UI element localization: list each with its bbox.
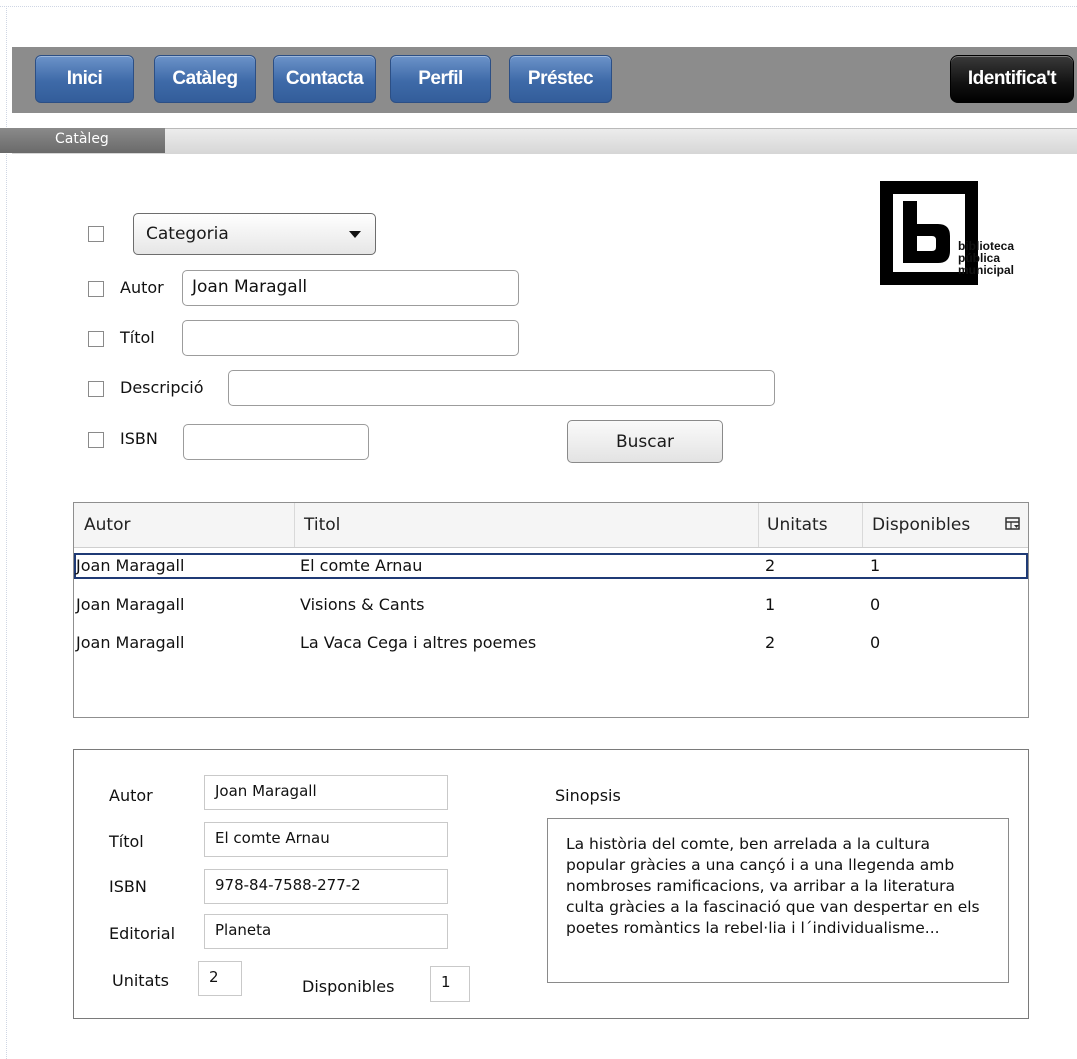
nav-inici-button[interactable]: Inici <box>35 55 134 103</box>
column-header-unitats[interactable]: Unitats <box>767 515 828 535</box>
category-checkbox[interactable] <box>88 226 104 242</box>
cell-disponibles: 0 <box>870 595 881 614</box>
titol-label: Títol <box>120 328 155 347</box>
column-divider <box>294 503 295 547</box>
detail-unitats-label: Unitats <box>112 971 169 990</box>
detail-unitats-field[interactable]: 2 <box>198 961 242 996</box>
descripcio-input[interactable] <box>228 370 775 406</box>
column-header-autor[interactable]: Autor <box>84 515 130 535</box>
isbn-checkbox[interactable] <box>88 432 104 448</box>
titol-input[interactable] <box>182 320 519 356</box>
table-row[interactable]: Joan Maragall La Vaca Cega i altres poem… <box>74 630 1028 656</box>
cell-autor: Joan Maragall <box>76 633 185 652</box>
autor-label: Autor <box>120 278 164 297</box>
detail-isbn-label: ISBN <box>109 877 147 896</box>
book-detail-panel: Autor Joan Maragall Títol El comte Arnau… <box>73 749 1029 1019</box>
table-row[interactable]: Joan Maragall Visions & Cants 1 0 <box>74 592 1028 618</box>
column-divider <box>758 503 759 547</box>
cell-autor: Joan Maragall <box>76 556 185 575</box>
cell-unitats: 2 <box>765 556 776 575</box>
descripcio-checkbox[interactable] <box>88 381 104 397</box>
nav-cataleg-button[interactable]: Catàleg <box>154 55 256 103</box>
detail-disponibles-field[interactable]: 1 <box>430 966 470 1002</box>
cell-disponibles: 1 <box>870 556 881 575</box>
detail-editorial-label: Editorial <box>109 924 176 943</box>
cell-titol: El comte Arnau <box>300 556 423 575</box>
nav-prestec-button[interactable]: Préstec <box>509 55 612 103</box>
descripcio-label: Descripció <box>120 378 204 397</box>
category-select-value: Categoria <box>146 224 229 244</box>
isbn-input[interactable] <box>183 424 369 460</box>
detail-editorial-field[interactable]: Planeta <box>204 914 448 949</box>
tab-bar <box>12 128 1077 154</box>
detail-disponibles-label: Disponibles <box>302 977 395 996</box>
column-header-disponibles[interactable]: Disponibles <box>872 515 970 535</box>
detail-titol-label: Títol <box>109 832 144 851</box>
detail-titol-field[interactable]: El comte Arnau <box>204 822 448 857</box>
table-row[interactable]: Joan Maragall El comte Arnau 2 1 <box>74 553 1028 579</box>
nav-contacta-button[interactable]: Contacta <box>273 55 376 103</box>
sinopsis-label: Sinopsis <box>555 786 621 805</box>
page-guide-top <box>0 6 1077 7</box>
cell-disponibles: 0 <box>870 633 881 652</box>
detail-autor-label: Autor <box>109 786 153 805</box>
results-table[interactable]: Autor Titol Unitats Disponibles Joan Mar… <box>73 502 1029 718</box>
tab-cataleg[interactable]: Catàleg <box>0 128 165 153</box>
detail-isbn-field[interactable]: 978-84-7588-277-2 <box>204 869 448 904</box>
detail-autor-field[interactable]: Joan Maragall <box>204 775 448 810</box>
autor-checkbox[interactable] <box>88 281 104 297</box>
nav-perfil-button[interactable]: Perfil <box>390 55 491 103</box>
titol-checkbox[interactable] <box>88 331 104 347</box>
column-divider <box>862 503 863 547</box>
column-chooser-icon[interactable] <box>1005 516 1021 532</box>
chevron-down-icon <box>349 231 361 238</box>
category-select[interactable]: Categoria <box>133 213 376 255</box>
cell-unitats: 1 <box>765 595 776 614</box>
sinopsis-text[interactable]: La història del comte, ben arrelada a la… <box>547 818 1009 983</box>
table-header: Autor Titol Unitats Disponibles <box>74 503 1028 548</box>
isbn-label: ISBN <box>120 429 158 448</box>
logo-text-line3: municipal <box>958 263 1015 277</box>
cell-titol: La Vaca Cega i altres poemes <box>300 633 537 652</box>
identificat-button[interactable]: Identifica't <box>950 55 1074 103</box>
cell-unitats: 2 <box>765 633 776 652</box>
autor-input[interactable]: Joan Maragall <box>182 270 519 306</box>
cell-autor: Joan Maragall <box>76 595 185 614</box>
buscar-button[interactable]: Buscar <box>567 420 723 463</box>
logo-text: biblioteca pública municipal <box>958 240 1014 276</box>
cell-titol: Visions & Cants <box>300 595 425 614</box>
main-navbar: Inici Catàleg Contacta Perfil Préstec Id… <box>12 47 1077 113</box>
column-header-titol[interactable]: Titol <box>304 515 340 535</box>
page-guide-left <box>6 6 7 1059</box>
